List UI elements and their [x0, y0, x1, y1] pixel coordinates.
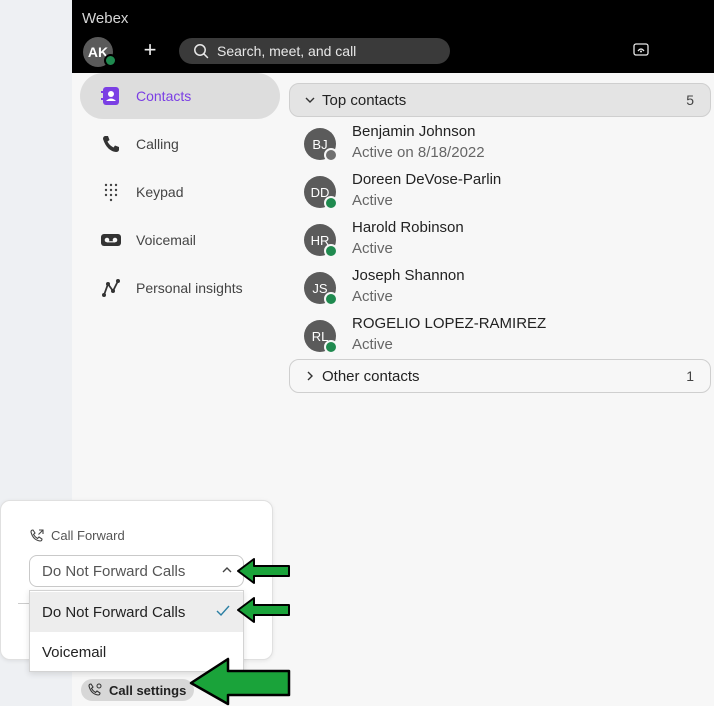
- contact-row[interactable]: JS Joseph Shannon Active: [288, 263, 708, 311]
- sidebar-item-calling[interactable]: Calling: [80, 121, 280, 167]
- new-button[interactable]: +: [138, 37, 162, 62]
- dropdown-selected-value: Do Not Forward Calls: [42, 562, 186, 580]
- chevron-down-icon: [305, 97, 315, 103]
- keypad-icon: [100, 181, 122, 203]
- voicemail-icon: [100, 229, 122, 251]
- section-count: 1: [686, 368, 694, 384]
- contact-status: Active: [352, 192, 393, 209]
- section-count: 5: [686, 92, 694, 108]
- call-settings-button[interactable]: Call settings: [81, 679, 194, 701]
- option-label: Do Not Forward Calls: [42, 603, 186, 621]
- presence-away-icon: [324, 148, 338, 162]
- app-title: Webex: [82, 10, 129, 27]
- user-presence-icon: [104, 54, 117, 67]
- sidebar-item-contacts[interactable]: Contacts: [80, 73, 280, 119]
- other-contacts-header[interactable]: Other contacts 1: [289, 359, 711, 393]
- call-settings-icon: [88, 683, 102, 696]
- chevron-up-icon: [222, 567, 232, 573]
- contact-status: Active on 8/18/2022: [352, 144, 485, 161]
- call-forward-title: Call Forward: [51, 528, 125, 543]
- sidebar-item-label: Voicemail: [136, 232, 196, 248]
- top-contacts-header[interactable]: Top contacts 5: [289, 83, 711, 117]
- annotation-arrow-icon: [237, 597, 290, 623]
- contact-name: ROGELIO LOPEZ-RAMIREZ: [352, 315, 547, 332]
- annotation-arrow-icon: [237, 558, 290, 584]
- presence-active-icon: [324, 244, 338, 258]
- call-settings-label: Call settings: [109, 682, 187, 698]
- checkmark-icon: [216, 605, 230, 617]
- sidebar-item-label: Personal insights: [136, 280, 243, 296]
- call-forward-icon: [30, 528, 44, 542]
- search-box[interactable]: [179, 38, 450, 64]
- call-forward-title-row: Call Forward: [29, 528, 125, 543]
- section-title: Other contacts: [322, 367, 420, 385]
- contact-name: Harold Robinson: [352, 219, 464, 236]
- option-label: Voicemail: [42, 643, 107, 661]
- contact-name: Benjamin Johnson: [352, 123, 476, 140]
- presence-active-icon: [324, 340, 338, 354]
- call-forward-dropdown[interactable]: Do Not Forward Calls: [29, 555, 244, 587]
- sidebar-item-label: Calling: [136, 136, 179, 152]
- contact-row[interactable]: DD Doreen DeVose-Parlin Active: [288, 167, 708, 215]
- sidebar-item-keypad[interactable]: Keypad: [80, 169, 280, 215]
- contact-name: Joseph Shannon: [352, 267, 465, 284]
- presence-active-icon: [324, 196, 338, 210]
- contact-row[interactable]: BJ Benjamin Johnson Active on 8/18/2022: [288, 119, 708, 167]
- sidebar-item-voicemail[interactable]: Voicemail: [80, 217, 280, 263]
- sidebar-item-personal-insights[interactable]: Personal insights: [80, 265, 280, 311]
- search-input[interactable]: [217, 43, 447, 59]
- insights-icon: [100, 277, 122, 299]
- app-header: Webex AK +: [72, 0, 714, 73]
- share-screen-icon[interactable]: [633, 43, 649, 57]
- annotation-arrow-icon: [189, 657, 291, 706]
- contact-row[interactable]: HR Harold Robinson Active: [288, 215, 708, 263]
- search-icon: [194, 44, 209, 59]
- option-do-not-forward[interactable]: Do Not Forward Calls: [30, 592, 243, 632]
- contacts-icon: [100, 85, 122, 107]
- contact-name: Doreen DeVose-Parlin: [352, 171, 502, 188]
- section-title: Top contacts: [322, 91, 407, 109]
- sidebar-item-label: Keypad: [136, 184, 184, 200]
- contact-status: Active: [352, 240, 393, 257]
- contact-status: Active: [352, 336, 393, 353]
- phone-icon: [100, 133, 122, 155]
- sidebar-item-label: Contacts: [136, 88, 192, 104]
- contact-row[interactable]: RL ROGELIO LOPEZ-RAMIREZ Active: [288, 311, 708, 359]
- chevron-right-icon: [307, 371, 313, 381]
- presence-active-icon: [324, 292, 338, 306]
- contact-status: Active: [352, 288, 393, 305]
- contacts-panel: Top contacts 5 BJ Benjamin Johnson Activ…: [288, 73, 714, 706]
